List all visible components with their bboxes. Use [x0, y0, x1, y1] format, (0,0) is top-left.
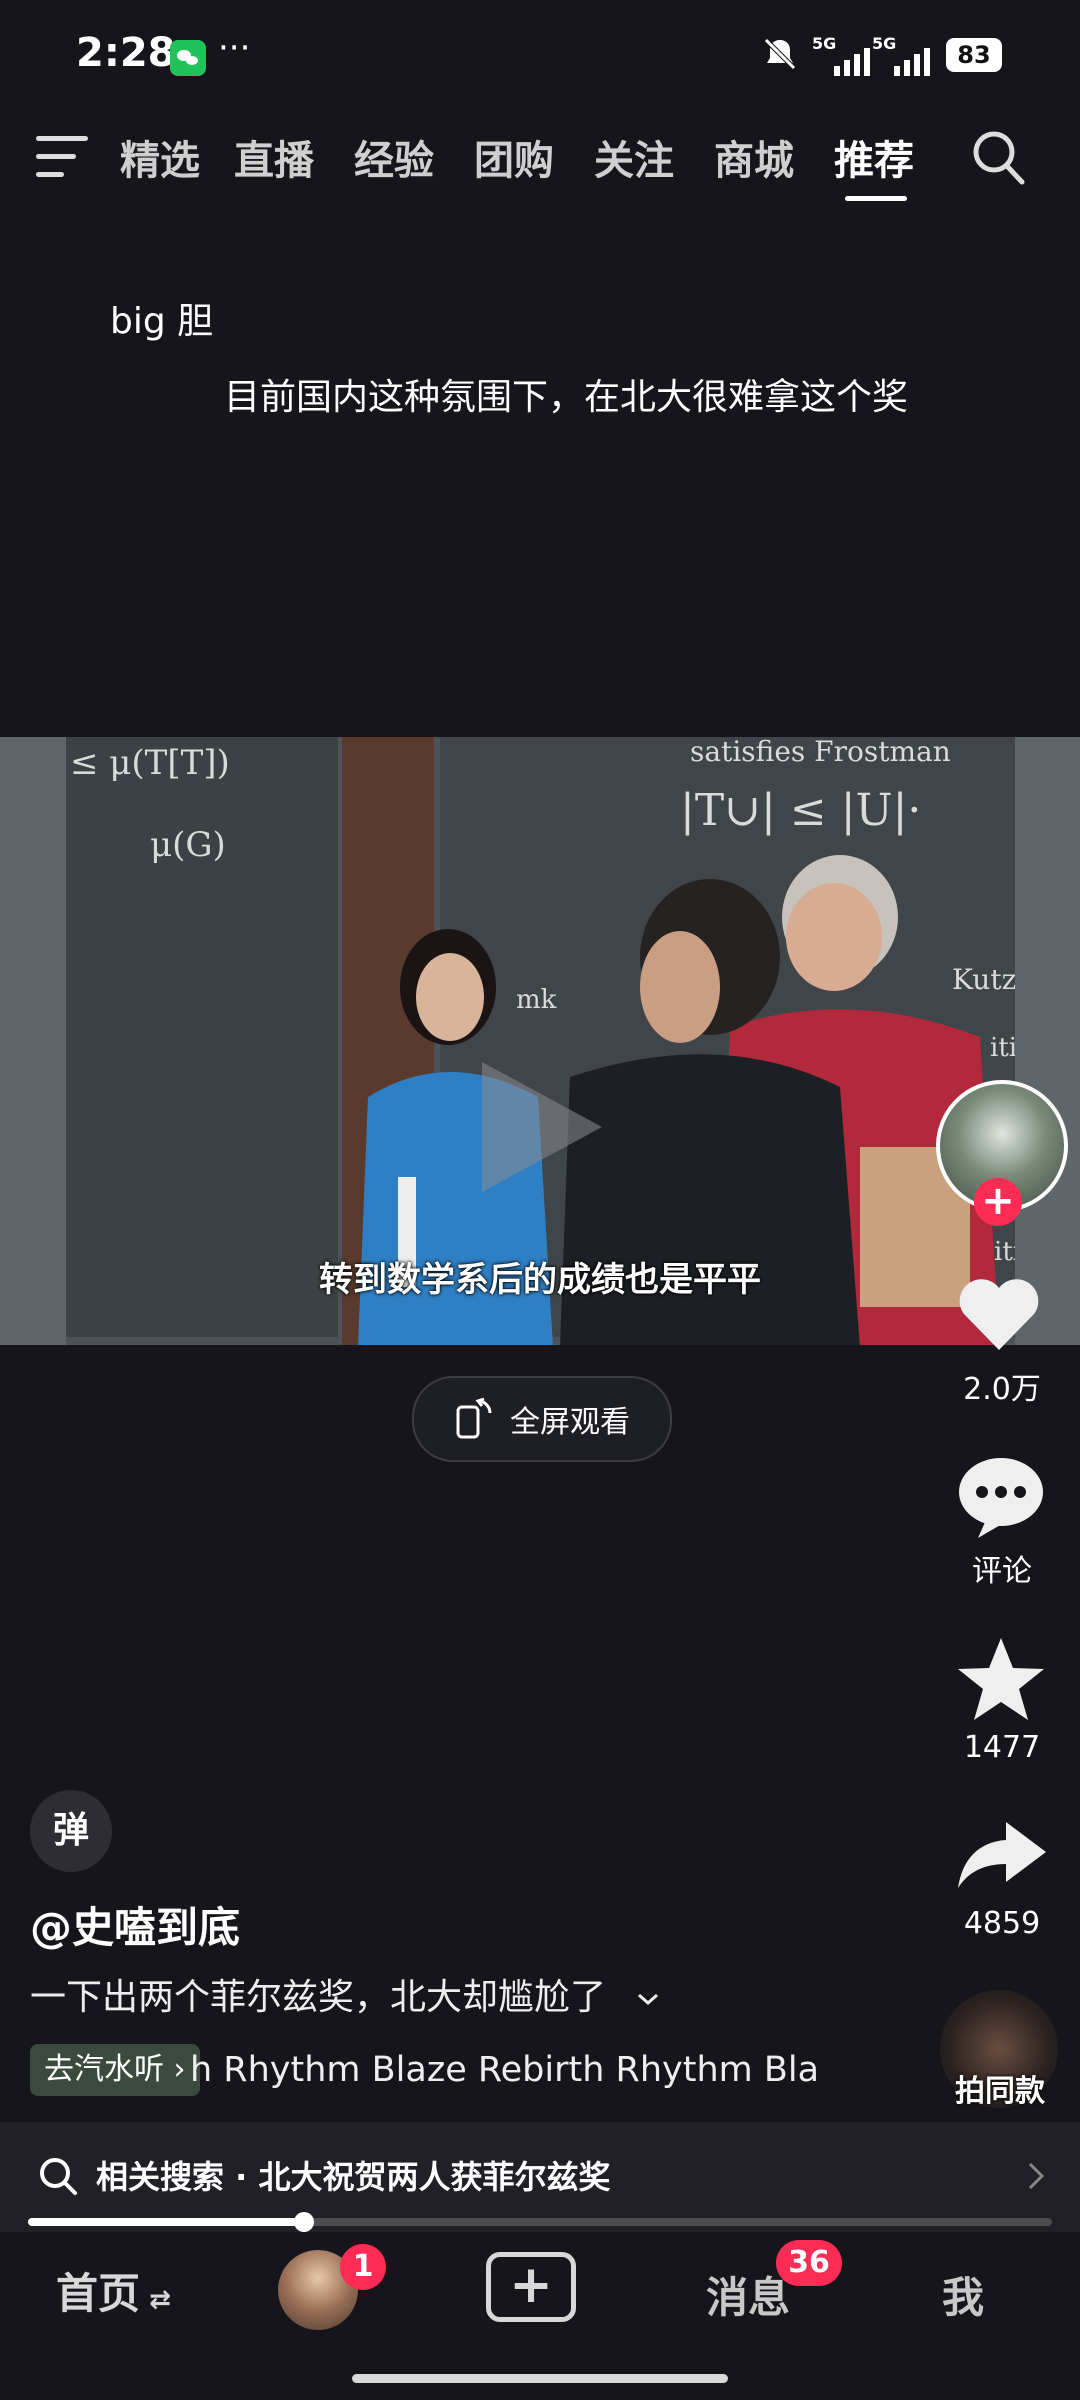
status-time: 2:28 — [76, 30, 176, 76]
chevron-down-icon — [638, 1993, 659, 2006]
home-indicator — [352, 2374, 728, 2383]
comment-icon[interactable] — [956, 1454, 1046, 1544]
menu-icon[interactable] — [36, 134, 92, 180]
chalk-text: ≤ μ(T[T]) — [70, 743, 230, 783]
nav-home[interactable]: 首页 ⇄ — [56, 2260, 171, 2321]
progress-fill — [28, 2218, 305, 2226]
fullscreen-button[interactable]: 全屏观看 — [412, 1376, 672, 1462]
refresh-arrows-icon: ⇄ — [140, 2285, 171, 2315]
music-title-marquee[interactable]: h Rhythm Blaze Rebirth Rhythm Bla — [190, 2044, 846, 2096]
search-icon — [38, 2156, 78, 2200]
like-icon[interactable] — [956, 1274, 1042, 1358]
nav-me[interactable]: 我 — [942, 2264, 984, 2325]
chevron-right-icon: › — [173, 2052, 186, 2087]
fullscreen-label: 全屏观看 — [510, 1405, 630, 1440]
share-icon[interactable] — [956, 1818, 1048, 1894]
favorite-count: 1477 — [963, 1730, 1041, 1765]
chevron-right-icon — [1024, 2158, 1048, 2198]
chalk-text: |T∪| ≤ |U|· — [680, 785, 922, 836]
tab-mall[interactable]: 商城 — [714, 128, 794, 186]
chalk-text: satisfies Frostman — [690, 737, 951, 768]
comment-label: 评论 — [972, 1554, 1032, 1589]
wechat-notification-icon — [170, 40, 206, 76]
follow-plus-icon[interactable]: + — [974, 1178, 1022, 1226]
like-count: 2.0万 — [963, 1372, 1041, 1407]
search-icon[interactable] — [970, 126, 1026, 186]
more-notifications-icon: ··· — [218, 28, 251, 68]
music-tag-label: 去汽水听 — [44, 2052, 164, 2087]
tab-live[interactable]: 直播 — [234, 128, 314, 186]
music-app-tag[interactable]: 去汽水听 › — [30, 2044, 200, 2096]
battery-indicator: 83 — [946, 38, 1002, 72]
tab-recommend[interactable]: 推荐 — [834, 128, 914, 186]
video-subtitle: 转到数学系后的成绩也是平平 — [319, 1260, 761, 1300]
tab-following[interactable]: 关注 — [594, 128, 674, 186]
network-type-2: 5G — [872, 34, 897, 53]
floating-comment: big 胆 — [110, 301, 214, 342]
tab-featured[interactable]: 精选 — [120, 128, 200, 186]
mute-bell-icon — [760, 34, 800, 83]
caption-text: 一下出两个菲尔兹奖，北大却尴尬了 — [30, 1977, 607, 2018]
tab-experience[interactable]: 经验 — [354, 128, 434, 186]
active-tab-indicator — [845, 196, 907, 201]
related-search-text: 相关搜索 · 北大祝贺两人获菲尔兹奖 — [96, 2158, 611, 2196]
favorite-star-icon[interactable] — [956, 1636, 1046, 1726]
share-count: 4859 — [963, 1906, 1041, 1941]
rotate-screen-icon — [456, 1397, 492, 1439]
friends-badge: 1 — [340, 2244, 386, 2290]
network-type-1: 5G — [812, 34, 837, 53]
play-icon[interactable] — [462, 1052, 612, 1202]
tab-group-buy[interactable]: 团购 — [474, 128, 554, 186]
nav-home-label: 首页 — [56, 2269, 141, 2318]
same-style-button[interactable]: 拍同款 — [940, 2066, 1060, 2110]
chalk-text: μ(G) — [150, 825, 226, 865]
author-name[interactable]: @史嗑到底 — [30, 1894, 240, 1955]
create-post-button[interactable]: + — [486, 2252, 576, 2322]
video-caption[interactable]: 一下出两个菲尔兹奖，北大却尴尬了 — [30, 1968, 663, 2020]
floating-comment: 目前国内这种氛围下，在北大很难拿这个奖 — [224, 377, 909, 418]
messages-badge: 36 — [776, 2240, 842, 2286]
danmaku-toggle-button[interactable]: 弹 — [30, 1790, 112, 1872]
